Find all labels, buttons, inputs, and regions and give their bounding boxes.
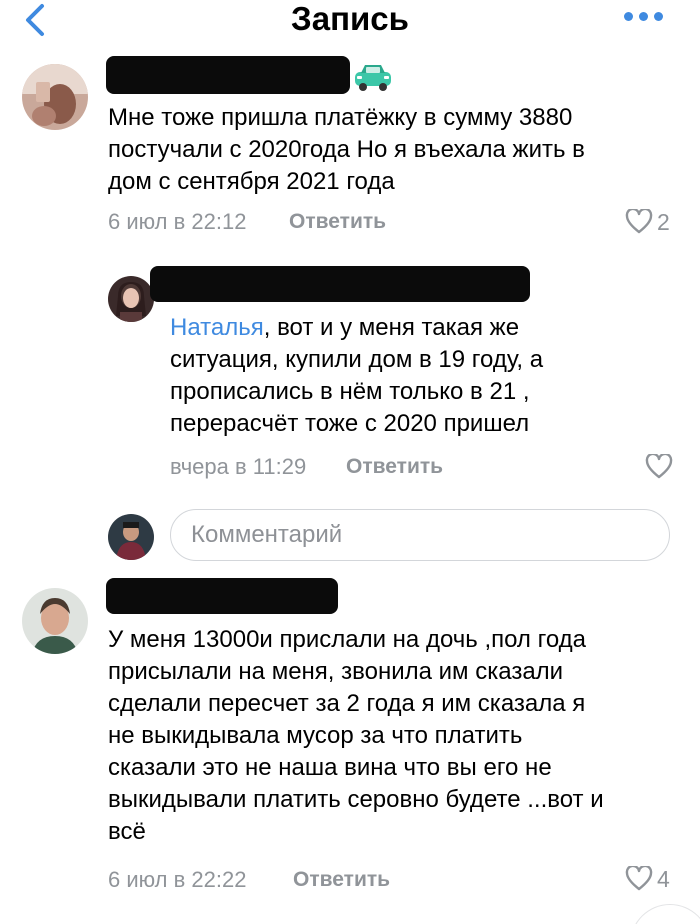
like-count: 2 (657, 208, 670, 235)
author-name-redaction (106, 56, 350, 94)
comment-timestamp: 6 июл в 22:22 (108, 867, 247, 892)
current-user-avatar (108, 514, 154, 560)
reply-timestamp: вчера в 11:29 (170, 454, 307, 479)
author-name-redaction (150, 266, 530, 302)
heart-icon (625, 866, 653, 891)
like-button[interactable] (645, 452, 673, 482)
page-title: Запись (291, 0, 409, 37)
heart-icon (645, 454, 673, 479)
comment-text: Мне тоже пришла платёжку в сумму 3880 по… (108, 104, 585, 195)
heart-icon (625, 209, 653, 234)
author-name-redaction (106, 578, 338, 614)
avatar[interactable] (22, 588, 88, 654)
scroll-to-top-button[interactable] (630, 904, 700, 924)
top-navigation-bar: Запись (0, 0, 700, 42)
comment-input[interactable] (191, 510, 651, 559)
car-emoji-icon (355, 65, 391, 91)
like-count: 4 (657, 865, 670, 892)
more-horizontal-icon[interactable] (624, 12, 664, 24)
comment-text: У меня 13000и прислали на дочь ,пол года… (108, 626, 604, 845)
like-button[interactable]: 4 (625, 864, 670, 894)
avatar[interactable] (108, 276, 154, 322)
comment-field[interactable] (170, 509, 670, 561)
reply-button[interactable]: Ответить (293, 868, 390, 892)
avatar[interactable] (22, 64, 88, 130)
comment-timestamp: 6 июл в 22:12 (108, 209, 247, 234)
reply-button[interactable]: Ответить (346, 455, 443, 479)
reply-text: Наталья, вот и у меня такая же ситуация,… (170, 314, 544, 437)
mention-link[interactable]: Наталья (170, 314, 264, 341)
reply-button[interactable]: Ответить (289, 210, 386, 234)
like-button[interactable]: 2 (625, 207, 670, 237)
